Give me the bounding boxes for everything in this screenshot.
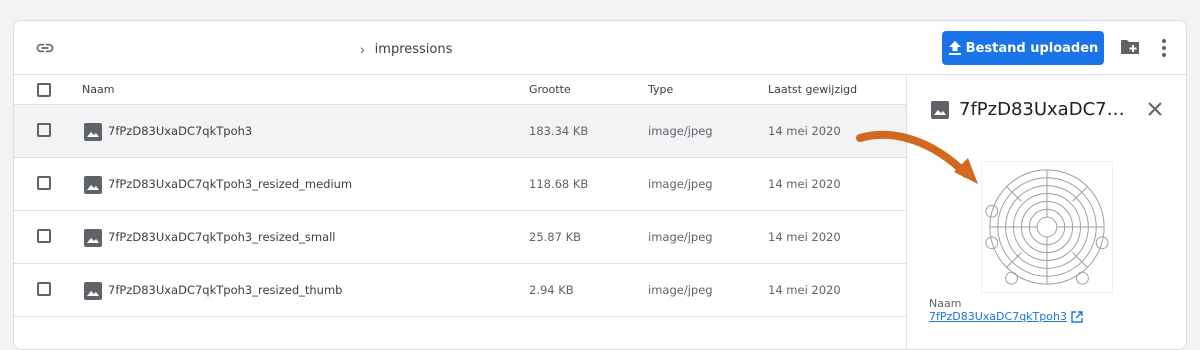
open-external-icon[interactable] xyxy=(1071,311,1083,323)
panel-title: 7fPzD83UxaDC7qkTpoh3 xyxy=(959,99,1131,120)
file-details-panel: 7fPzD83UxaDC7qkTpoh3 Naam xyxy=(906,75,1186,349)
file-type: image/jpeg xyxy=(648,283,713,297)
close-icon[interactable] xyxy=(1147,101,1163,117)
breadcrumb-folder[interactable]: impressions xyxy=(375,42,453,57)
file-type: image/jpeg xyxy=(648,177,713,191)
image-icon xyxy=(84,282,102,300)
file-modified: 14 mei 2020 xyxy=(768,230,841,244)
row-checkbox[interactable] xyxy=(37,123,51,137)
breadcrumb: › impressions xyxy=(360,39,452,59)
image-icon xyxy=(84,229,102,247)
upload-file-label: Bestand uploaden xyxy=(965,40,1099,56)
file-name: 7fPzD83UxaDC7qkTpoh3_resized_small xyxy=(108,230,336,244)
upload-icon xyxy=(948,41,961,55)
file-modified: 14 mei 2020 xyxy=(768,283,841,297)
file-size: 2.94 KB xyxy=(529,283,574,297)
column-header-modified[interactable]: Laatst gewijzigd xyxy=(768,83,857,96)
breadcrumb-separator: › xyxy=(360,41,365,57)
file-name: 7fPzD83UxaDC7qkTpoh3 xyxy=(108,124,253,138)
file-table: Naam Grootte Type Laatst gewijzigd 7fPzD… xyxy=(14,75,906,349)
name-label: Naam xyxy=(929,297,962,310)
file-type: image/jpeg xyxy=(648,230,713,244)
row-checkbox[interactable] xyxy=(37,282,51,296)
image-icon xyxy=(84,176,102,194)
new-folder-icon[interactable] xyxy=(1120,38,1140,56)
toolbar: › impressions Bestand uploaden xyxy=(14,21,1186,75)
image-icon xyxy=(84,123,102,141)
table-row[interactable]: 7fPzD83UxaDC7qkTpoh3_resized_thumb 2.94 … xyxy=(14,264,906,317)
row-checkbox[interactable] xyxy=(37,229,51,243)
file-size: 118.68 KB xyxy=(529,177,589,191)
file-size: 183.34 KB xyxy=(529,124,589,138)
upload-file-button[interactable]: Bestand uploaden xyxy=(942,31,1104,65)
row-checkbox[interactable] xyxy=(37,176,51,190)
link-icon[interactable] xyxy=(34,38,56,58)
file-name: 7fPzD83UxaDC7qkTpoh3_resized_medium xyxy=(108,177,353,191)
column-header-size[interactable]: Grootte xyxy=(529,83,571,96)
file-size: 25.87 KB xyxy=(529,230,582,244)
table-header: Naam Grootte Type Laatst gewijzigd xyxy=(14,75,906,105)
file-type: image/jpeg xyxy=(648,124,713,138)
table-row[interactable]: 7fPzD83UxaDC7qkTpoh3_resized_small 25.87… xyxy=(14,211,906,264)
column-header-type[interactable]: Type xyxy=(648,83,673,96)
file-modified: 14 mei 2020 xyxy=(768,177,841,191)
file-name-link[interactable]: 7fPzD83UxaDC7qkTpoh3 xyxy=(929,310,1067,323)
select-all-checkbox[interactable] xyxy=(37,83,51,97)
column-header-name[interactable]: Naam xyxy=(82,83,114,96)
file-name: 7fPzD83UxaDC7qkTpoh3_resized_thumb xyxy=(108,283,343,297)
table-row[interactable]: 7fPzD83UxaDC7qkTpoh3_resized_medium 118.… xyxy=(14,158,906,211)
image-preview xyxy=(981,161,1113,293)
more-vert-icon[interactable] xyxy=(1160,38,1168,58)
table-row[interactable]: 7fPzD83UxaDC7qkTpoh3 183.34 KB image/jpe… xyxy=(14,105,906,158)
file-modified: 14 mei 2020 xyxy=(768,124,841,138)
image-icon xyxy=(931,101,949,119)
storage-browser: › impressions Bestand uploaden Naam Groo… xyxy=(13,20,1187,350)
